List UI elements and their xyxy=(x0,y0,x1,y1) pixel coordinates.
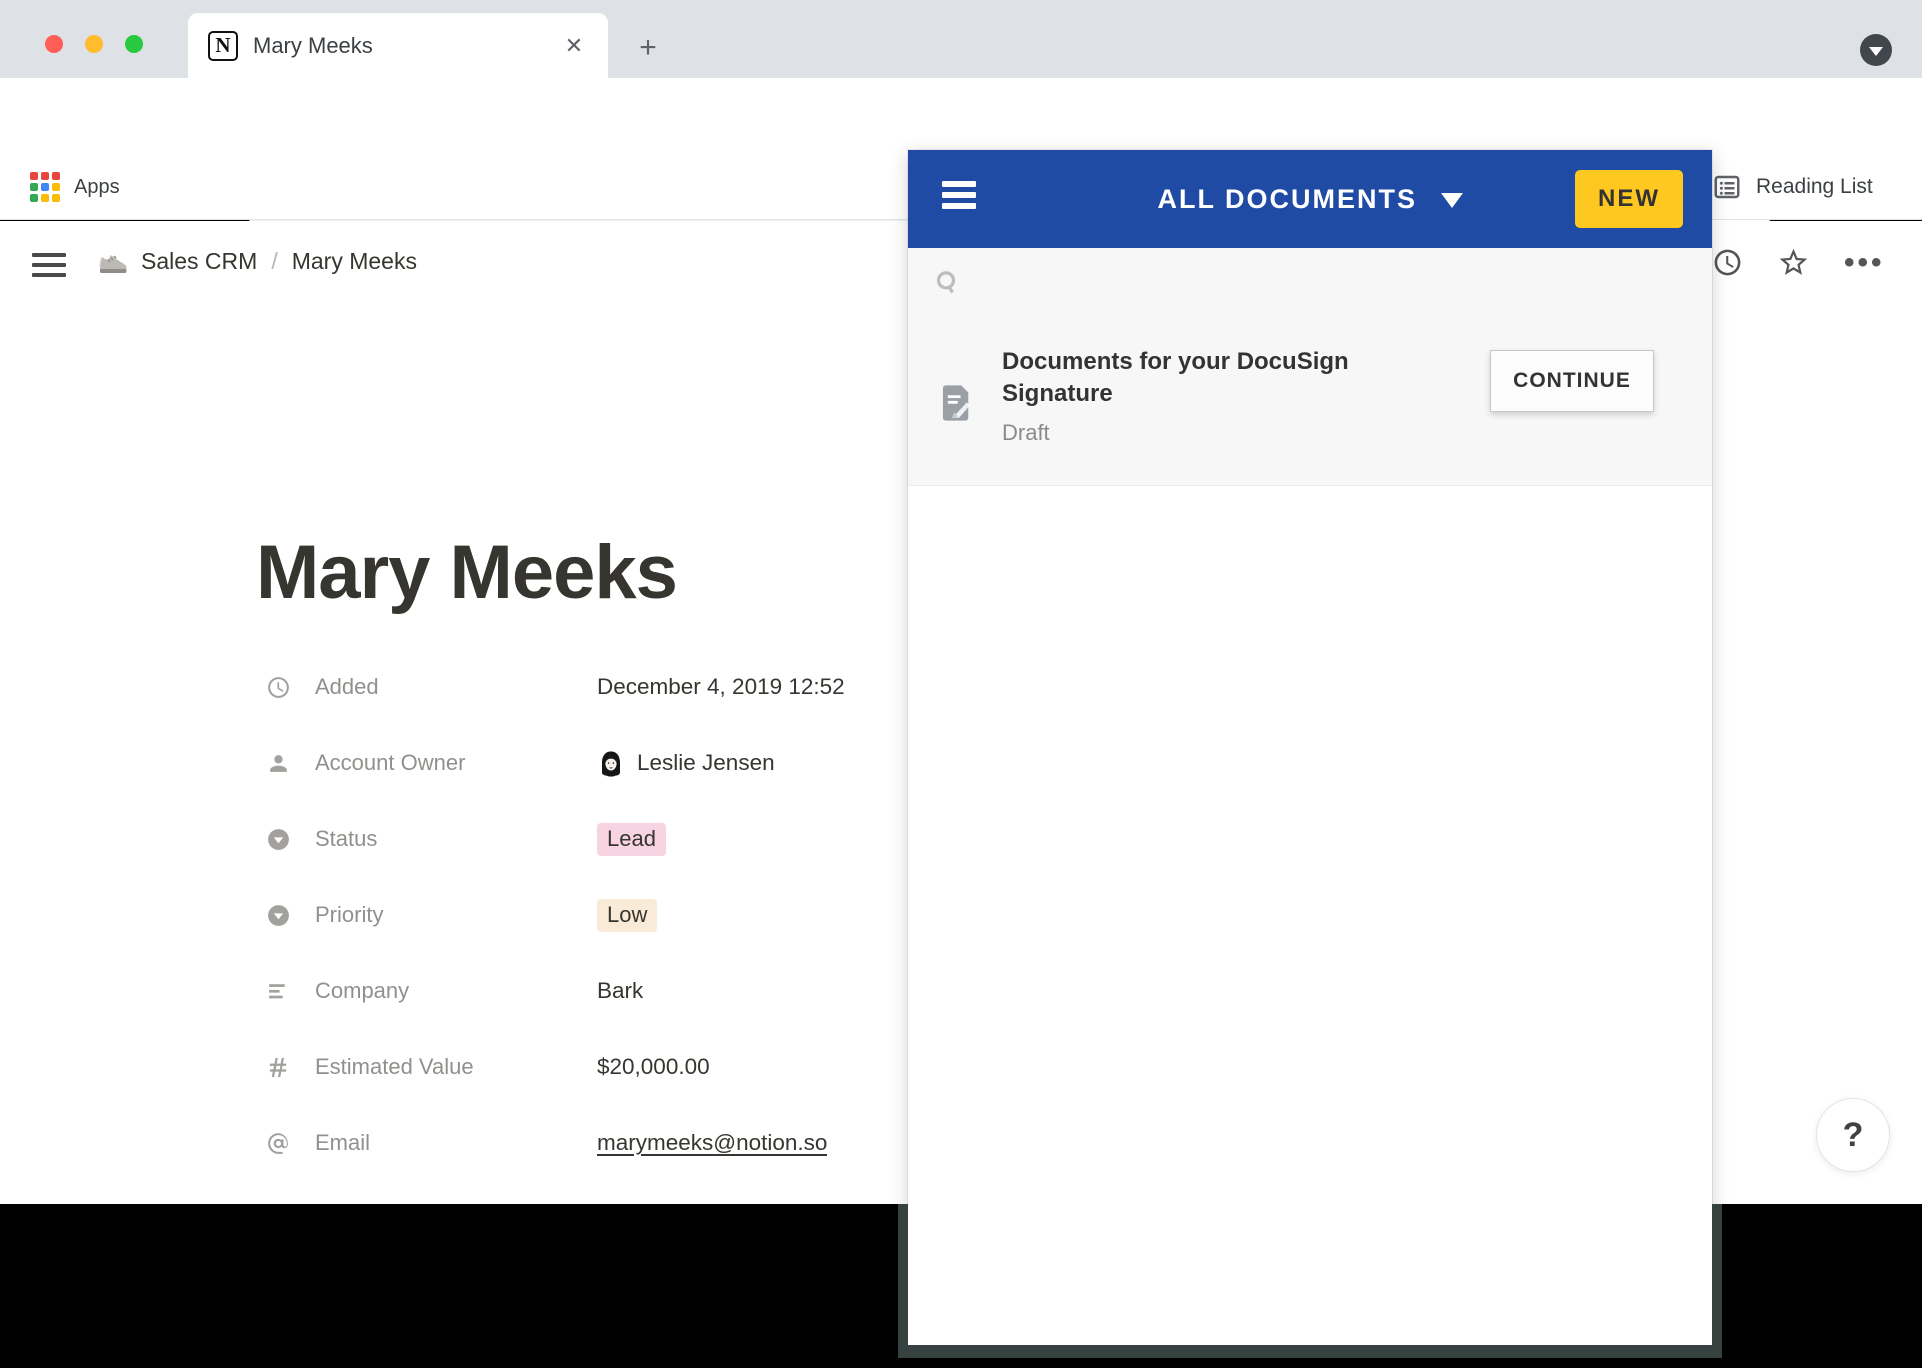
property-row-account-owner[interactable]: Account Owner Leslie Jensen xyxy=(266,725,908,801)
property-label: Estimated Value xyxy=(315,1054,474,1080)
property-row-estimated-value[interactable]: Estimated Value $20,000.00 xyxy=(266,1029,908,1105)
property-label: Status xyxy=(315,826,377,852)
property-value-estimated: $20,000.00 xyxy=(597,1054,710,1080)
reading-list-label: Reading List xyxy=(1756,175,1873,199)
new-tab-button[interactable]: + xyxy=(630,30,666,66)
breadcrumb: Sales CRM / Mary Meeks xyxy=(95,243,417,279)
document-status: Draft xyxy=(1002,420,1050,446)
property-row-added[interactable]: Added December 4, 2019 12:52 xyxy=(266,649,908,725)
property-label: Account Owner xyxy=(315,750,465,776)
docusign-menu-icon[interactable] xyxy=(942,181,976,217)
reading-list-icon xyxy=(1712,172,1742,202)
page-title: Mary Meeks xyxy=(256,529,677,616)
more-options-icon[interactable]: ••• xyxy=(1844,248,1885,278)
apps-shortcut[interactable]: Apps xyxy=(30,172,120,202)
chevron-down-icon xyxy=(1869,47,1883,56)
select-icon xyxy=(266,827,291,852)
tab-search-button[interactable] xyxy=(1860,34,1892,66)
screenshot-root: N Mary Meeks ✕ + notion.so/camacme/Mary-… xyxy=(0,0,1922,1368)
window-close-button[interactable] xyxy=(45,35,63,53)
text-icon xyxy=(266,979,291,1004)
notion-toolbar-actions: ••• xyxy=(1712,246,1912,279)
notion-favicon-icon: N xyxy=(208,31,238,61)
property-value-account-owner: Leslie Jensen xyxy=(637,750,775,776)
property-label: Email xyxy=(315,1130,370,1156)
window-minimize-button[interactable] xyxy=(85,35,103,53)
breadcrumb-separator: / xyxy=(267,248,281,275)
property-row-priority[interactable]: Priority Low xyxy=(266,877,908,953)
tab-close-icon[interactable]: ✕ xyxy=(556,28,592,64)
email-link[interactable]: marymeeks@notion.so xyxy=(597,1130,827,1156)
continue-button[interactable]: CONTINUE xyxy=(1490,350,1654,412)
caret-down-icon xyxy=(1441,193,1463,208)
help-button[interactable]: ? xyxy=(1816,1098,1890,1172)
docusign-header: ALL DOCUMENTS NEW xyxy=(908,150,1712,248)
apps-grid-icon xyxy=(30,172,60,202)
priority-tag: Low xyxy=(597,899,657,932)
browser-tab[interactable]: N Mary Meeks ✕ xyxy=(188,13,608,78)
person-icon xyxy=(266,751,291,776)
favorite-star-icon[interactable] xyxy=(1777,246,1810,279)
document-list-item[interactable]: Documents for your DocuSign Signature Dr… xyxy=(908,318,1712,486)
document-search-bar[interactable] xyxy=(908,248,1712,318)
document-edit-icon xyxy=(940,384,974,422)
owner-avatar xyxy=(597,749,625,777)
sneaker-emoji-icon xyxy=(95,243,131,279)
clock-icon xyxy=(266,675,291,700)
apps-label: Apps xyxy=(74,176,120,199)
docusign-panel: ALL DOCUMENTS NEW Documents for your Doc… xyxy=(908,150,1712,1345)
property-label: Added xyxy=(315,674,379,700)
property-label: Company xyxy=(315,978,409,1004)
panel-frame-right xyxy=(1712,1204,1722,1358)
browser-toolbar: notion.so/camacme/Mary-Meeks-2219a2de94f… xyxy=(0,78,1922,160)
property-value-added: December 4, 2019 12:52 xyxy=(597,674,845,700)
at-icon xyxy=(266,1131,291,1156)
properties-list: Added December 4, 2019 12:52 Account Own… xyxy=(266,649,908,1181)
search-icon xyxy=(932,267,964,299)
documents-dropdown-label: ALL DOCUMENTS xyxy=(1157,184,1417,214)
property-row-status[interactable]: Status Lead xyxy=(266,801,908,877)
reading-list-button[interactable]: Reading List xyxy=(1712,172,1873,202)
tab-strip: N Mary Meeks ✕ + xyxy=(0,0,1922,78)
window-zoom-button[interactable] xyxy=(125,35,143,53)
select-icon xyxy=(266,903,291,928)
panel-frame-left xyxy=(898,1204,908,1358)
updates-clock-icon[interactable] xyxy=(1712,247,1743,278)
document-title: Documents for your DocuSign Signature xyxy=(1002,346,1422,411)
sidebar-menu-button[interactable] xyxy=(32,253,66,279)
property-label: Priority xyxy=(315,902,383,928)
panel-frame-bottom xyxy=(898,1345,1722,1358)
hash-icon xyxy=(266,1055,291,1080)
status-tag: Lead xyxy=(597,823,666,856)
tab-title: Mary Meeks xyxy=(253,33,556,59)
breadcrumb-page[interactable]: Mary Meeks xyxy=(292,248,417,275)
new-document-button[interactable]: NEW xyxy=(1575,170,1683,228)
property-value-company: Bark xyxy=(597,978,643,1004)
property-row-email[interactable]: Email marymeeks@notion.so xyxy=(266,1105,908,1181)
breadcrumb-workspace[interactable]: Sales CRM xyxy=(141,248,257,275)
property-row-company[interactable]: Company Bark xyxy=(266,953,908,1029)
